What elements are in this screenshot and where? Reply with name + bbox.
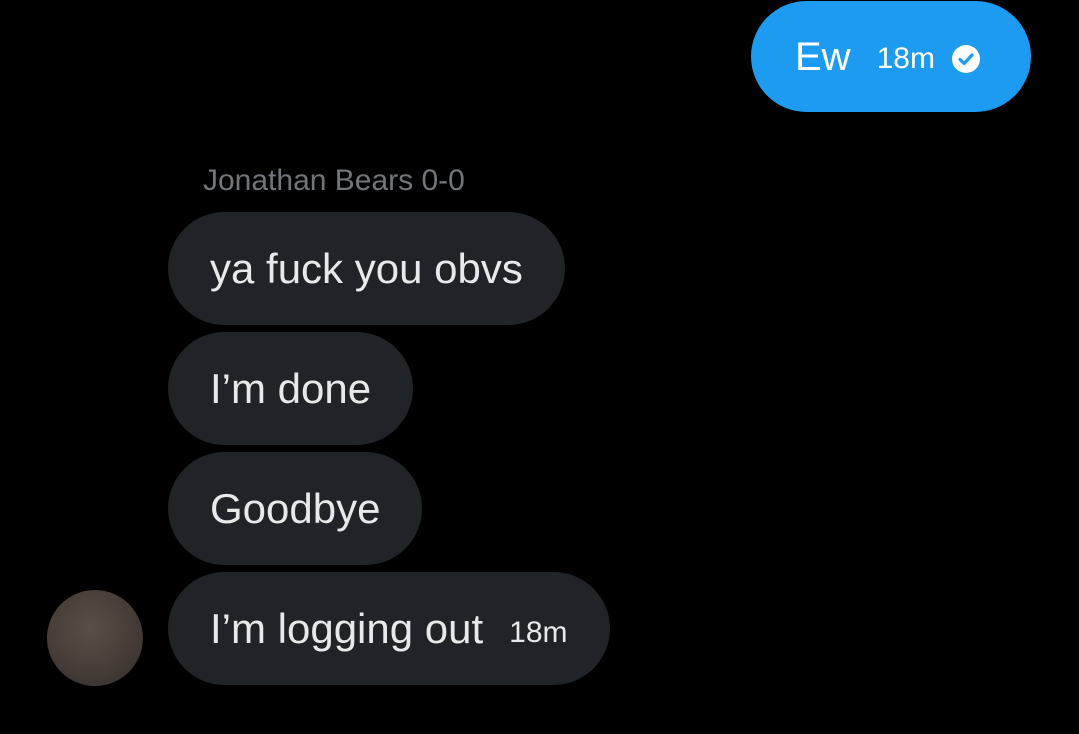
received-message-bubble[interactable]: ya fuck you obvs	[168, 212, 565, 325]
received-message-bubble[interactable]: I’m logging out 18m	[168, 572, 610, 685]
avatar[interactable]	[47, 590, 143, 686]
received-message-text: I’m done	[210, 364, 372, 412]
received-message-text: I’m logging out	[210, 604, 484, 652]
sent-message-bubble[interactable]: Ew 18m	[751, 1, 1031, 112]
received-message-time: 18m	[509, 615, 568, 649]
received-message-text: Goodbye	[210, 484, 381, 532]
received-message-bubble[interactable]: Goodbye	[168, 452, 423, 565]
received-message-text: ya fuck you obvs	[210, 244, 523, 292]
sent-message-time: 18m	[876, 41, 935, 75]
received-message-bubble[interactable]: I’m done	[168, 332, 414, 445]
sent-message-text: Ew	[795, 34, 851, 79]
check-circle-icon	[951, 44, 981, 74]
sender-name: Jonathan Bears 0-0	[203, 164, 465, 197]
